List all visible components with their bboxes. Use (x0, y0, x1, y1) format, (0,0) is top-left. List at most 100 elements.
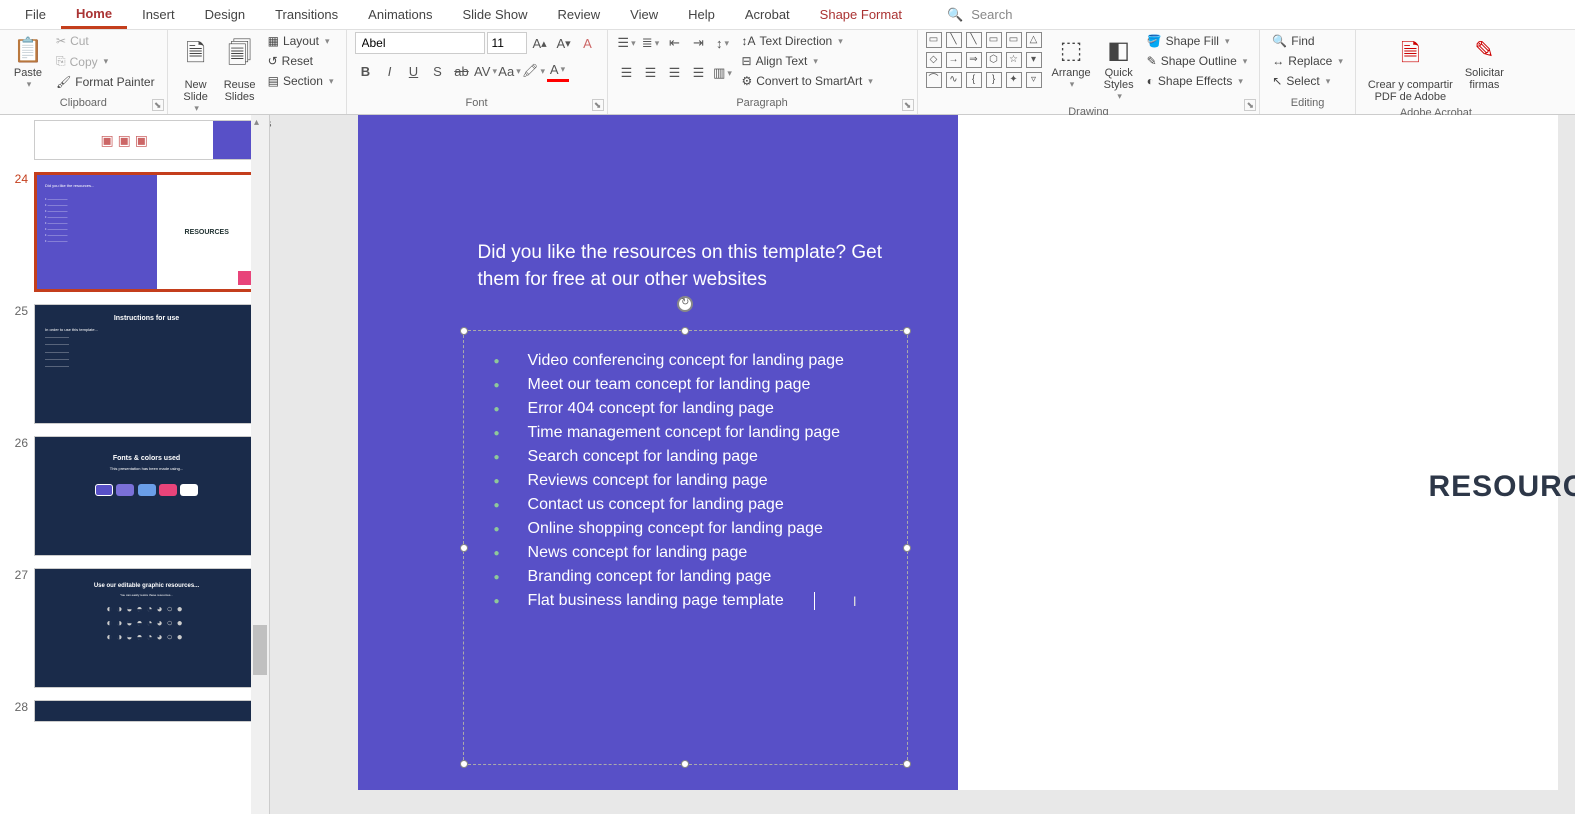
select-button[interactable]: ↖Select▾ (1268, 72, 1347, 90)
tab-file[interactable]: File (10, 2, 61, 27)
numbering-button[interactable]: ≣▾ (640, 32, 662, 54)
bullet-item[interactable]: Online shopping concept for landing page (494, 517, 877, 541)
bullets-button[interactable]: ☰▾ (616, 32, 638, 54)
case-button[interactable]: Aa▾ (499, 60, 521, 82)
quick-styles-button[interactable]: ◧ Quick Styles▾ (1099, 32, 1139, 106)
spacing-button[interactable]: AV▾ (475, 60, 497, 82)
resize-handle-bm[interactable] (681, 760, 689, 768)
tab-home[interactable]: Home (61, 1, 127, 29)
bullet-item[interactable]: Branding concept for landing page (494, 565, 877, 589)
shape-fill-button[interactable]: 🪣Shape Fill▾ (1143, 32, 1252, 50)
font-name-input[interactable] (355, 32, 485, 54)
shadow-button[interactable]: S (427, 60, 449, 82)
bullet-item[interactable]: Search concept for landing page (494, 445, 877, 469)
shape-gallery[interactable]: ▭╲╲▭▭△ ◇→⇒⬡☆▾ ⌒∿{}✦▿ (926, 32, 1044, 90)
line-spacing-button[interactable]: ↕▾ (712, 32, 734, 54)
highlight-button[interactable]: 🖍▾ (523, 60, 545, 82)
clipboard-launcher[interactable]: ⬊ (152, 99, 164, 111)
tab-slideshow[interactable]: Slide Show (447, 2, 542, 27)
tab-transitions[interactable]: Transitions (260, 2, 353, 27)
bold-button[interactable]: B (355, 60, 377, 82)
decrease-font-button[interactable]: A▾ (553, 32, 575, 54)
resize-handle-tm[interactable] (681, 327, 689, 335)
thumbnail-27[interactable]: 27 Use our editable graphic resources...… (10, 568, 259, 688)
paragraph-launcher[interactable]: ⬊ (902, 99, 914, 111)
section-icon: ▤ (268, 74, 279, 88)
align-center-button[interactable]: ☰ (640, 62, 662, 84)
new-slide-button[interactable]: 🗎 New Slide▾ (176, 32, 216, 118)
find-button[interactable]: 🔍Find (1268, 32, 1347, 50)
font-launcher[interactable]: ⬊ (592, 99, 604, 111)
columns-button[interactable]: ▥▾ (712, 62, 734, 84)
layout-button[interactable]: ▦Layout▾ (264, 32, 338, 50)
text-direction-button[interactable]: ↕AText Direction▾ (738, 32, 877, 50)
scrollbar-handle[interactable] (253, 625, 267, 675)
tab-acrobat[interactable]: Acrobat (730, 2, 805, 27)
replace-button[interactable]: ↔Replace▾ (1268, 52, 1347, 70)
bullet-item[interactable]: Contact us concept for landing page (494, 493, 877, 517)
tab-shape-format[interactable]: Shape Format (805, 2, 917, 27)
clear-format-button[interactable]: A (577, 32, 599, 54)
bullet-item[interactable]: Video conferencing concept for landing p… (494, 349, 877, 373)
thumbnail-24[interactable]: 24 Did you like the resources... • —————… (10, 172, 259, 292)
slide-canvas-area[interactable]: Did you like the resources on this templ… (270, 115, 1575, 814)
outline-icon: ✎ (1147, 54, 1157, 68)
resize-handle-mr[interactable] (903, 544, 911, 552)
tab-help[interactable]: Help (673, 2, 730, 27)
justify-button[interactable]: ☰ (688, 62, 710, 84)
rotate-handle[interactable] (677, 296, 693, 312)
thumbnail-scrollbar[interactable]: ▴ (251, 115, 269, 814)
tab-design[interactable]: Design (190, 2, 260, 27)
font-color-button[interactable]: A▾ (547, 60, 569, 82)
bullet-item[interactable]: Error 404 concept for landing page (494, 397, 877, 421)
bullet-item[interactable]: Time management concept for landing page (494, 421, 877, 445)
thumbnail-23[interactable]: ▣ ▣ ▣ (10, 120, 259, 160)
resize-handle-br[interactable] (903, 760, 911, 768)
fill-icon: 🪣 (1147, 34, 1162, 48)
group-label-paragraph: Paragraph (616, 97, 909, 112)
align-text-button[interactable]: ⊟Align Text▾ (738, 52, 877, 70)
shape-outline-button[interactable]: ✎Shape Outline▾ (1143, 52, 1252, 70)
bullet-item[interactable]: Meet our team concept for landing page (494, 373, 877, 397)
resize-handle-tl[interactable] (460, 327, 468, 335)
tab-insert[interactable]: Insert (127, 2, 190, 27)
paste-button[interactable]: 📋 Paste ▾ (8, 32, 48, 94)
adobe-sign-button[interactable]: ✎ Solicitar firmas (1461, 32, 1508, 95)
reset-button[interactable]: ↺Reset (264, 52, 338, 70)
align-right-button[interactable]: ☰ (664, 62, 686, 84)
arrange-button[interactable]: ⬚ Arrange▾ (1048, 32, 1095, 94)
bullet-item[interactable]: Flat business landing page templateI (494, 589, 877, 613)
italic-button[interactable]: I (379, 60, 401, 82)
section-button[interactable]: ▤Section▾ (264, 72, 338, 90)
strike-button[interactable]: ab (451, 60, 473, 82)
align-left-button[interactable]: ☰ (616, 62, 638, 84)
convert-smartart-button[interactable]: ⚙Convert to SmartArt▾ (738, 72, 877, 90)
tab-animations[interactable]: Animations (353, 2, 447, 27)
increase-font-button[interactable]: A▴ (529, 32, 551, 54)
bullet-item[interactable]: Reviews concept for landing page (494, 469, 877, 493)
underline-button[interactable]: U (403, 60, 425, 82)
format-painter-button[interactable]: 🖌Format Painter (52, 73, 159, 91)
thumbnail-28[interactable]: 28 (10, 700, 259, 722)
thumbnail-25[interactable]: 25 Instructions for use In order to use … (10, 304, 259, 424)
bullet-item[interactable]: News concept for landing page (494, 541, 877, 565)
tab-view[interactable]: View (615, 2, 673, 27)
thumbnail-26[interactable]: 26 Fonts & colors used This presentation… (10, 436, 259, 556)
outdent-button[interactable]: ⇤ (664, 32, 686, 54)
cut-button[interactable]: ✂Cut (52, 32, 159, 50)
thumbnail-panel[interactable]: ▣ ▣ ▣ 24 Did you like the resources... •… (0, 115, 270, 814)
font-size-input[interactable] (487, 32, 527, 54)
indent-button[interactable]: ⇥ (688, 32, 710, 54)
bullet-list[interactable]: Video conferencing concept for landing p… (494, 349, 877, 613)
bullet-text-box[interactable]: Video conferencing concept for landing p… (463, 330, 908, 765)
copy-button[interactable]: ⎘Copy▾ (52, 52, 159, 71)
resize-handle-ml[interactable] (460, 544, 468, 552)
reuse-slides-button[interactable]: 🗐 Reuse Slides (220, 32, 260, 107)
resize-handle-tr[interactable] (903, 327, 911, 335)
tab-review[interactable]: Review (543, 2, 616, 27)
search-box[interactable]: 🔍 Search (947, 7, 1012, 23)
adobe-create-share-button[interactable]: 🗎 Crear y compartir PDF de Adobe (1364, 32, 1457, 107)
resize-handle-bl[interactable] (460, 760, 468, 768)
shape-effects-button[interactable]: ◐Shape Effects▾ (1143, 72, 1252, 90)
drawing-launcher[interactable]: ⬊ (1244, 99, 1256, 111)
